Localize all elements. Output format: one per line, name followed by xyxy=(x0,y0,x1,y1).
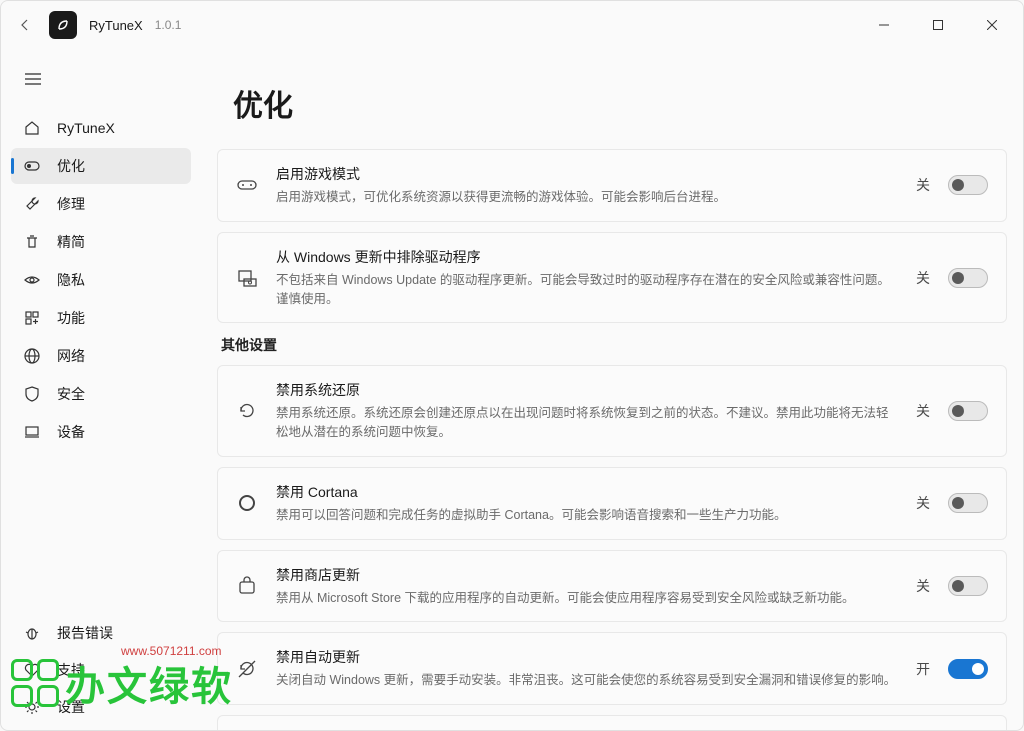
setting-title: 从 Windows 更新中排除驱动程序 xyxy=(276,247,898,267)
network-icon xyxy=(23,347,41,365)
sidebar-item-label: 报告错误 xyxy=(57,623,113,643)
hamburger-button[interactable] xyxy=(13,61,53,97)
setting-card-exclude-drivers: 从 Windows 更新中排除驱动程序 不包括来自 Windows Update… xyxy=(217,232,1007,324)
app-name: RyTuneX xyxy=(89,18,143,33)
toggle-state-label: 关 xyxy=(916,175,930,195)
gamepad-icon xyxy=(236,174,258,196)
setting-card-game-mode: 启用游戏模式 启用游戏模式，可优化系统资源以获得更流畅的游戏体验。可能会影响后台… xyxy=(217,149,1007,222)
sidebar-item-label: 支持 xyxy=(57,660,85,680)
setting-title: 禁用自动更新 xyxy=(276,647,898,667)
minimize-button[interactable] xyxy=(861,9,907,41)
toggle-state-label: 关 xyxy=(916,493,930,513)
sidebar-item-repair[interactable]: 修理 xyxy=(11,186,191,222)
toggle-state-label: 关 xyxy=(916,268,930,288)
toggle-switch[interactable] xyxy=(948,659,988,679)
toggle-switch[interactable] xyxy=(948,268,988,288)
setting-desc: 关闭自动 Windows 更新，需要手动安装。非常沮丧。这可能会使您的系统容易受… xyxy=(276,671,898,690)
app-version: 1.0.1 xyxy=(155,18,182,32)
sidebar-item-privacy[interactable]: 隐私 xyxy=(11,262,191,298)
app-logo xyxy=(49,11,77,39)
sidebar-item-label: 隐私 xyxy=(57,270,85,290)
page-title: 优化 xyxy=(233,81,1007,125)
cortana-icon xyxy=(236,492,258,514)
toggle-switch[interactable] xyxy=(948,493,988,513)
setting-title: 启用游戏模式 xyxy=(276,164,898,184)
apps-icon xyxy=(23,309,41,327)
setting-title: 禁用商店更新 xyxy=(276,565,898,585)
sidebar-item-optimize[interactable]: 优化 xyxy=(11,148,191,184)
optimize-icon xyxy=(23,157,41,175)
setting-card-auto-update: 禁用自动更新 关闭自动 Windows 更新，需要手动安装。非常沮丧。这可能会使… xyxy=(217,632,1007,705)
close-button[interactable] xyxy=(969,9,1015,41)
setting-card-system-restore: 禁用系统还原 禁用系统还原。系统还原会创建还原点以在出现问题时将系统恢复到之前的… xyxy=(217,365,1007,457)
watermark-url: www.5071211.com xyxy=(121,644,222,658)
setting-desc: 禁用系统还原。系统还原会创建还原点以在出现问题时将系统恢复到之前的状态。不建议。… xyxy=(276,404,898,442)
setting-card-store-update: 禁用商店更新 禁用从 Microsoft Store 下载的应用程序的自动更新。… xyxy=(217,550,1007,623)
setting-card-cortana: 禁用 Cortana 禁用可以回答问题和完成任务的虚拟助手 Cortana。可能… xyxy=(217,467,1007,540)
section-title: 其他设置 xyxy=(221,335,1007,355)
store-icon xyxy=(236,575,258,597)
setting-title: 禁用 Cortana xyxy=(276,482,898,502)
sidebar-item-label: 修理 xyxy=(57,194,85,214)
toggle-state-label: 关 xyxy=(916,401,930,421)
sidebar-item-device[interactable]: 设备 xyxy=(11,414,191,450)
setting-desc: 不包括来自 Windows Update 的驱动程序更新。可能会导致过时的驱动程… xyxy=(276,271,898,309)
gear-icon xyxy=(23,698,41,716)
update-off-icon xyxy=(236,658,258,680)
sidebar-item-settings[interactable]: 设置 xyxy=(11,689,191,725)
toggle-state-label: 开 xyxy=(916,659,930,679)
device-icon xyxy=(23,423,41,441)
home-icon xyxy=(23,119,41,137)
driver-icon xyxy=(236,267,258,289)
toggle-state-label: 关 xyxy=(916,576,930,596)
sidebar-item-label: 功能 xyxy=(57,308,85,328)
setting-desc: 禁用从 Microsoft Store 下载的应用程序的自动更新。可能会使应用程… xyxy=(276,589,898,608)
sidebar-item-security[interactable]: 安全 xyxy=(11,376,191,412)
sidebar-item-label: 安全 xyxy=(57,384,85,404)
app-window: RyTuneX 1.0.1 RyTuneX 优化 xyxy=(0,0,1024,731)
toggle-switch[interactable] xyxy=(948,401,988,421)
back-button[interactable] xyxy=(9,9,41,41)
sidebar-item-label: 精简 xyxy=(57,232,85,252)
setting-desc: 启用游戏模式，可优化系统资源以获得更流畅的游戏体验。可能会影响后台进程。 xyxy=(276,188,898,207)
sidebar-item-label: 设置 xyxy=(57,697,85,717)
sidebar-item-home[interactable]: RyTuneX xyxy=(11,110,191,146)
setting-desc: 禁用可以回答问题和完成任务的虚拟助手 Cortana。可能会影响语音搜索和一些生… xyxy=(276,506,898,525)
restore-icon xyxy=(236,400,258,422)
trash-icon xyxy=(23,233,41,251)
bug-icon xyxy=(23,624,41,642)
titlebar: RyTuneX 1.0.1 xyxy=(1,1,1023,49)
sidebar-item-features[interactable]: 功能 xyxy=(11,300,191,336)
sidebar-item-label: 网络 xyxy=(57,346,85,366)
sidebar-item-label: RyTuneX xyxy=(57,120,115,136)
sidebar: RyTuneX 优化 修理 精简 隐私 功能 xyxy=(1,49,201,730)
maximize-button[interactable] xyxy=(915,9,961,41)
sidebar-item-debloat[interactable]: 精简 xyxy=(11,224,191,260)
toggle-switch[interactable] xyxy=(948,576,988,596)
sidebar-item-network[interactable]: 网络 xyxy=(11,338,191,374)
wrench-icon xyxy=(23,195,41,213)
setting-title: 禁用系统还原 xyxy=(276,380,898,400)
setting-card-smartscreen: 禁用智能屏幕 关闭智能屏幕过滤器，该过滤器会警告您下载自互联网的潜在不安全应用和… xyxy=(217,715,1007,730)
sidebar-item-label: 优化 xyxy=(57,156,85,176)
eye-icon xyxy=(23,271,41,289)
main-content: 优化 启用游戏模式 启用游戏模式，可优化系统资源以获得更流畅的游戏体验。可能会影… xyxy=(201,49,1023,730)
heart-icon xyxy=(23,661,41,679)
toggle-switch[interactable] xyxy=(948,175,988,195)
sidebar-item-label: 设备 xyxy=(57,422,85,442)
shield-icon xyxy=(23,385,41,403)
